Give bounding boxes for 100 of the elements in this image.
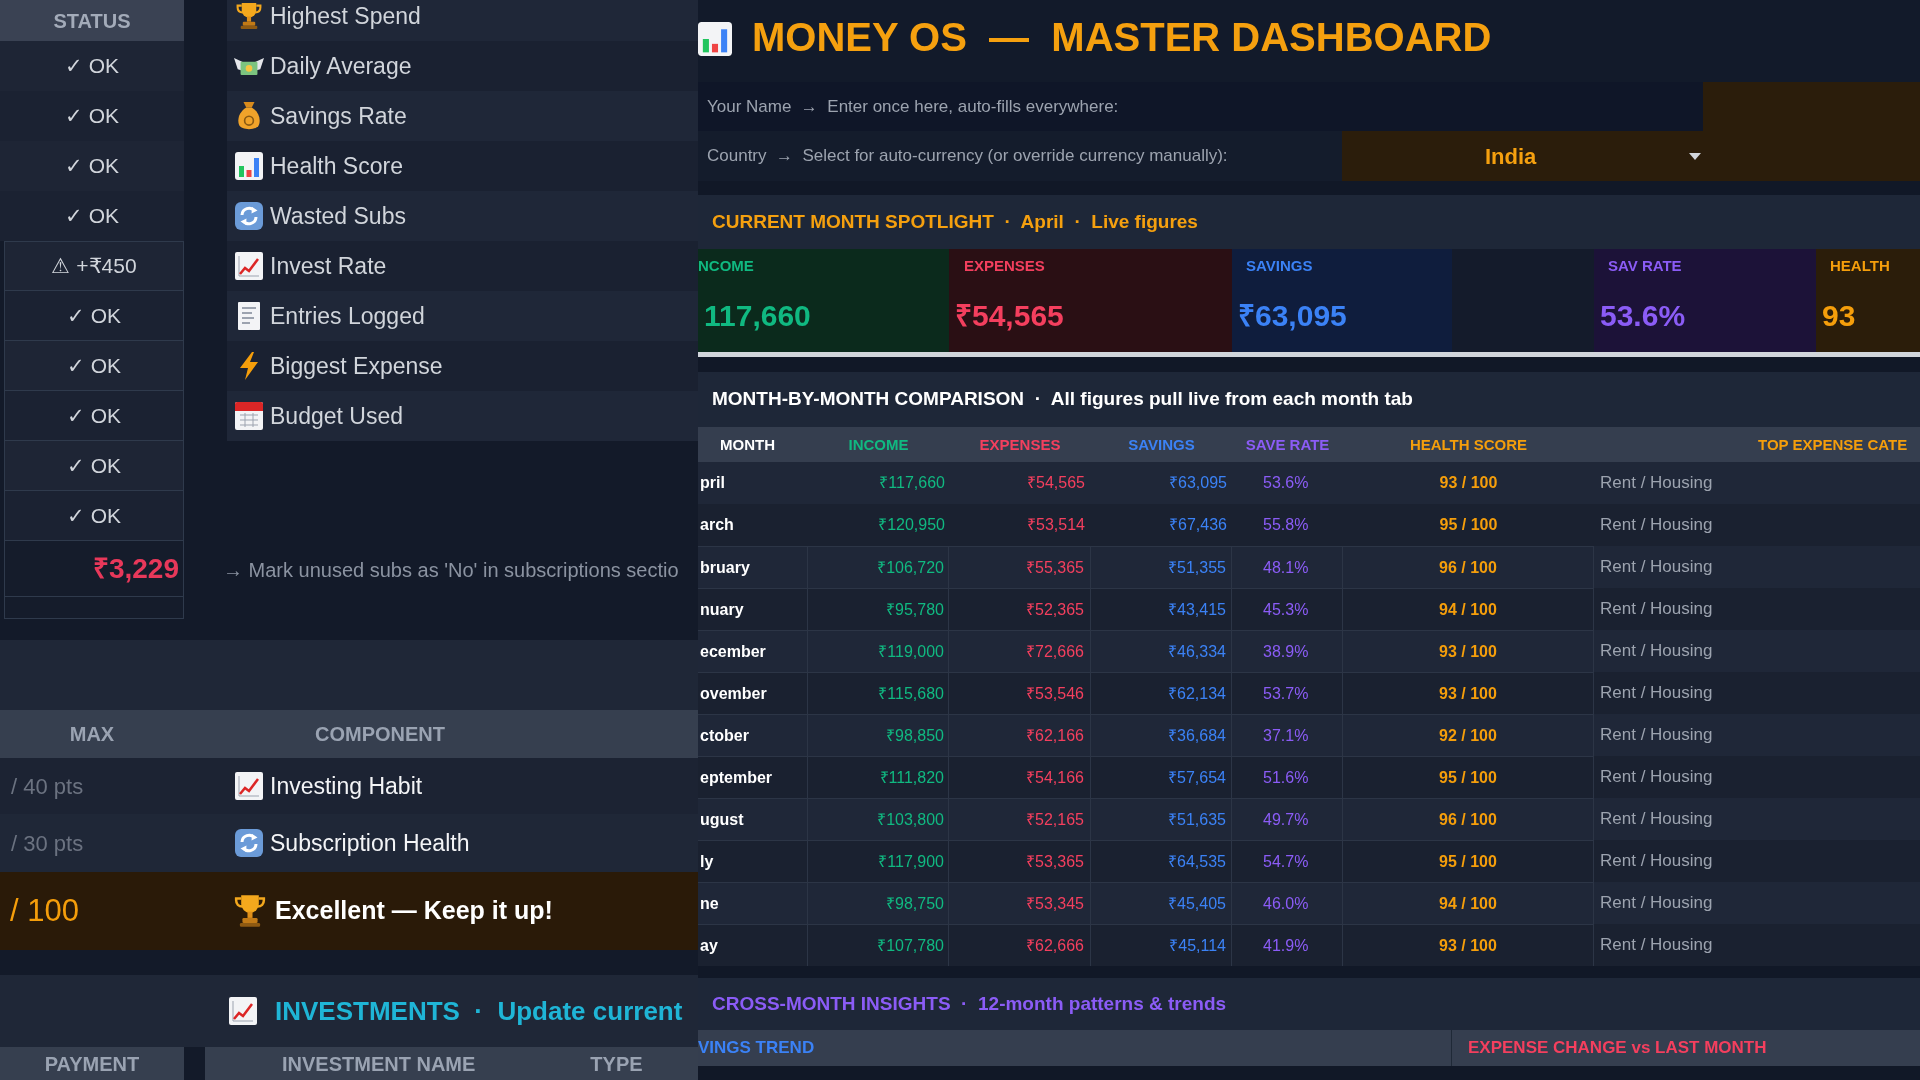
metric-label: Health Score [270, 151, 403, 181]
max-points: / 40 pts [10, 772, 85, 801]
save-rate: 46.0% [1232, 882, 1343, 924]
expense-category: Rent / Housing [1599, 850, 1714, 872]
status-cell: ✓ OK [0, 141, 184, 191]
line-chart-icon [235, 252, 263, 280]
calendar-icon [235, 402, 263, 430]
health-score: 93 / 100 [1438, 473, 1499, 493]
save-rate: 55.8% [1262, 515, 1310, 535]
health-score: 96 / 100 [1343, 546, 1594, 588]
expense-amount: ₹54,565 [1026, 473, 1086, 493]
dashboard-title: MONEY OS — MASTER DASHBOARD [752, 14, 1492, 61]
income-amount: ₹107,780 [808, 924, 949, 966]
month-name: ovember [698, 672, 808, 714]
month-name: ugust [698, 798, 808, 840]
line-chart-icon [229, 997, 257, 1025]
income-amount: ₹119,000 [808, 630, 949, 672]
metric-label: Daily Average [270, 51, 412, 81]
status-cell: ✓ OK [4, 441, 184, 491]
card-label: SAVINGS [1245, 257, 1314, 275]
line-chart-icon [235, 772, 263, 800]
income-amount: ₹115,680 [808, 672, 949, 714]
lightning-icon [240, 352, 258, 380]
health-score: 94 / 100 [1343, 588, 1594, 630]
income-amount: ₹117,900 [808, 840, 949, 882]
expense-amount: ₹52,365 [949, 588, 1091, 630]
column-header: HEALTH SCORE [1408, 435, 1529, 455]
section-title: MONTH-BY-MONTH COMPARISON · All figures pull live from each month tab [712, 387, 1413, 412]
card-value: ₹54,565 [954, 298, 1065, 334]
save-rate: 37.1% [1232, 714, 1343, 756]
expense-category: Rent / Housing [1599, 640, 1714, 662]
savings-amount: ₹46,334 [1091, 630, 1232, 672]
expense-category: Rent / Housing [1599, 682, 1714, 704]
rating-text: Excellent — Keep it up! [275, 895, 553, 927]
metric-label: Biggest Expense [270, 351, 443, 381]
expense-category: Rent / Housing [1599, 472, 1714, 494]
savings-amount: ₹43,415 [1091, 588, 1232, 630]
card-value: 53.6% [1599, 298, 1687, 334]
expense-category: Rent / Housing [1599, 892, 1714, 914]
section-title: INVESTMENTS · Update current [275, 994, 683, 1028]
section-title: CROSS-MONTH INSIGHTS · 12-month patterns & trends [712, 991, 1227, 1016]
savings-amount: ₹63,095 [1168, 473, 1228, 493]
status-cell: ✓ OK [4, 391, 184, 441]
savings-amount: ₹36,684 [1091, 714, 1232, 756]
expense-category: Rent / Housing [1599, 598, 1714, 620]
column-header: INCOME [847, 435, 910, 455]
savings-amount: ₹57,654 [1091, 756, 1232, 798]
savings-amount: ₹62,134 [1091, 672, 1232, 714]
expense-amount: ₹53,345 [949, 882, 1091, 924]
total-score: / 100 [9, 891, 80, 930]
income-amount: ₹95,780 [808, 588, 949, 630]
health-score: 93 / 100 [1343, 924, 1594, 966]
status-cell: ✓ OK [0, 191, 184, 241]
metric-label: Invest Rate [270, 251, 387, 281]
savings-amount: ₹45,405 [1091, 882, 1232, 924]
month-name: ctober [698, 714, 808, 756]
health-score: 95 / 100 [1343, 840, 1594, 882]
expense-amount: ₹54,166 [949, 756, 1091, 798]
component-label: Subscription Health [270, 828, 470, 858]
health-score: 92 / 100 [1343, 714, 1594, 756]
column-header: TOP EXPENSE CATE [1757, 435, 1909, 455]
month-name: ne [698, 882, 808, 924]
section-title: CURRENT MONTH SPOTLIGHT · April · Live figures [712, 209, 1198, 234]
income-amount: ₹117,660 [878, 473, 946, 493]
expense-amount: ₹52,165 [949, 798, 1091, 840]
expense-category: Rent / Housing [1599, 724, 1714, 746]
month-name: nuary [698, 588, 808, 630]
trophy-icon [236, 2, 262, 30]
card-label: NCOME [698, 257, 755, 275]
country-dropdown[interactable]: India [1342, 131, 1920, 181]
trophy-icon [234, 894, 266, 928]
card-label: SAV RATE [1607, 257, 1683, 275]
column-header: MAX [68, 722, 116, 747]
status-cell: ✓ OK [0, 41, 184, 91]
refresh-icon [235, 202, 263, 230]
expense-amount: ₹62,666 [949, 924, 1091, 966]
status-cell: ✓ OK [4, 341, 184, 391]
metric-label: Wasted Subs [270, 201, 406, 231]
savings-amount: ₹45,114 [1091, 924, 1232, 966]
expense-amount: ₹53,546 [949, 672, 1091, 714]
column-header: SAVE RATE [1244, 435, 1331, 455]
expense-amount: ₹72,666 [949, 630, 1091, 672]
income-amount: ₹98,850 [808, 714, 949, 756]
metric-label: Savings Rate [270, 101, 407, 131]
save-rate: 53.7% [1232, 672, 1343, 714]
expense-amount: ₹55,365 [949, 546, 1091, 588]
column-header: EXPENSES [978, 435, 1062, 455]
column-header: COMPONENT [314, 722, 446, 747]
caret-down-icon [1689, 152, 1701, 160]
status-cell: ✓ OK [4, 291, 184, 341]
total-amount: ₹3,229 [4, 541, 184, 597]
flying-money-icon [234, 57, 264, 75]
card-label: HEALTH [1829, 257, 1891, 275]
input-field[interactable] [1703, 82, 1920, 131]
receipt-icon [238, 302, 260, 330]
card-label: EXPENSES [963, 257, 1046, 275]
health-score: 93 / 100 [1343, 672, 1594, 714]
metric-label: Budget Used [270, 401, 403, 431]
column-header: PAYMENT [0, 1047, 184, 1080]
status-cell: ✓ OK [4, 491, 184, 541]
